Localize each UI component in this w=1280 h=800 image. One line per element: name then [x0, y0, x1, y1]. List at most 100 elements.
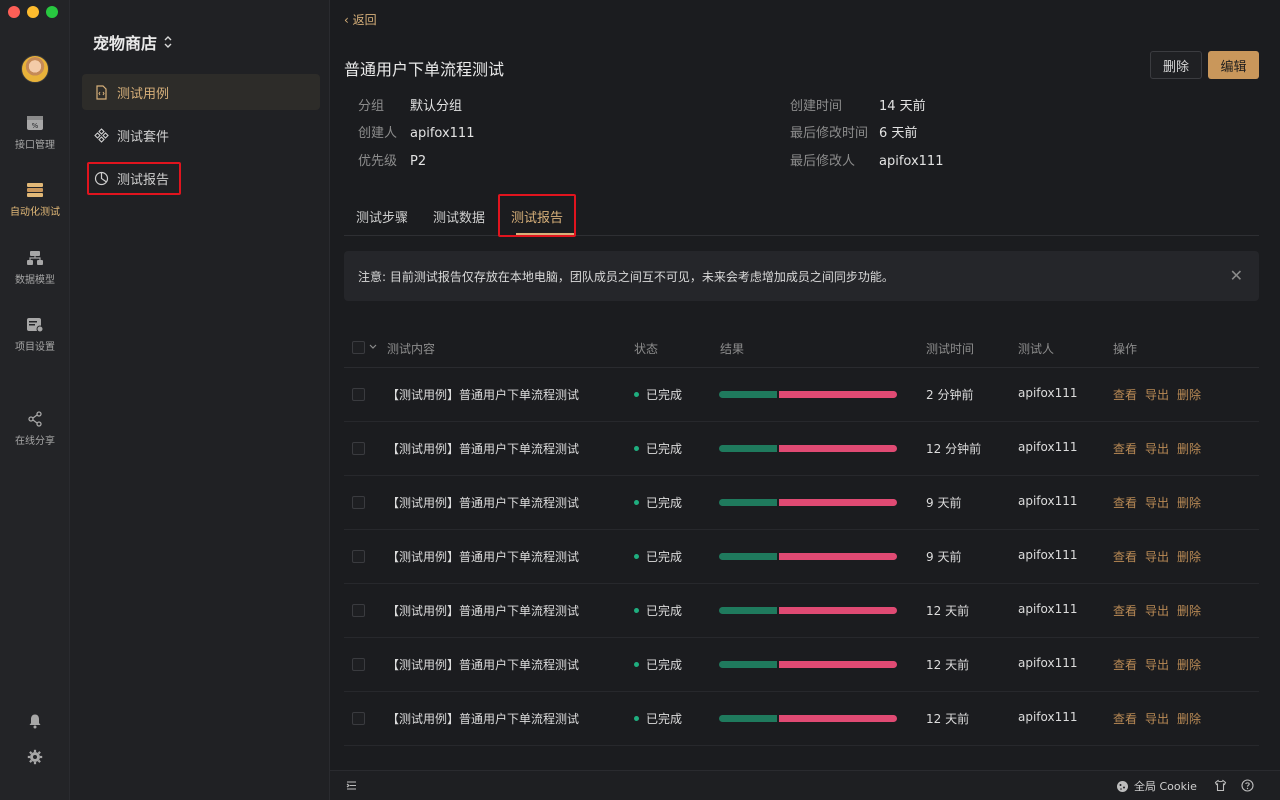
table-row[interactable]: 【测试用例】普通用户下单流程测试 已完成 12 天前 apifox111 查看导… — [344, 584, 1259, 638]
row-tester: apifox111 — [1018, 602, 1078, 616]
shirt-icon[interactable] — [1214, 779, 1227, 792]
help-icon[interactable] — [1241, 779, 1254, 792]
rail-item-data-model[interactable]: 数据模型 — [0, 250, 70, 286]
row-actions: 查看 导出 删除 — [1113, 656, 1209, 673]
status-dot — [634, 716, 639, 721]
meta-value: 6 天前 — [879, 126, 918, 141]
view-link[interactable]: 查看 — [1113, 550, 1137, 564]
view-link[interactable]: 查看 — [1113, 496, 1137, 510]
export-link[interactable]: 导出 — [1145, 442, 1169, 456]
row-content[interactable]: 【测试用例】普通用户下单流程测试 — [387, 710, 579, 727]
delete-link[interactable]: 删除 — [1177, 658, 1201, 672]
tab-test-data[interactable]: 测试数据 — [433, 207, 485, 226]
rail-item-automation[interactable]: 自动化测试 — [0, 182, 70, 218]
close-icon[interactable]: ✕ — [1230, 266, 1243, 285]
avatar[interactable] — [21, 55, 49, 83]
view-link[interactable]: 查看 — [1113, 712, 1137, 726]
delete-link[interactable]: 删除 — [1177, 496, 1201, 510]
result-fail-segment — [779, 661, 897, 668]
export-link[interactable]: 导出 — [1145, 604, 1169, 618]
row-content[interactable]: 【测试用例】普通用户下单流程测试 — [387, 548, 579, 565]
close-window-button[interactable] — [8, 6, 20, 18]
select-all-checkbox[interactable] — [352, 341, 365, 354]
rail-label: 自动化测试 — [10, 207, 60, 218]
sidebar-item-test-cases[interactable]: 测试用例 — [82, 74, 320, 110]
row-checkbox[interactable] — [352, 496, 365, 509]
table-row[interactable]: 【测试用例】普通用户下单流程测试 已完成 12 天前 apifox111 查看导… — [344, 638, 1259, 692]
row-content[interactable]: 【测试用例】普通用户下单流程测试 — [387, 440, 579, 457]
view-link[interactable]: 查看 — [1113, 658, 1137, 672]
row-actions: 查看 导出 删除 — [1113, 548, 1209, 565]
row-status: 已完成 — [634, 710, 682, 727]
sidebar-item-test-reports[interactable]: 测试报告 — [82, 160, 320, 196]
bell-icon[interactable] — [27, 713, 43, 729]
row-checkbox[interactable] — [352, 658, 365, 671]
global-cookie-button[interactable]: 全局 Cookie — [1116, 778, 1197, 794]
table-row[interactable]: 【测试用例】普通用户下单流程测试 已完成 9 天前 apifox111 查看 导出… — [344, 476, 1259, 530]
edit-button[interactable]: 编辑 — [1208, 51, 1259, 79]
cookie-icon — [1117, 780, 1128, 792]
rail-item-api[interactable]: % 接口管理 — [0, 115, 70, 151]
meta-key: 优先级 — [358, 154, 398, 169]
view-link[interactable]: 查看 — [1113, 604, 1137, 618]
maximize-window-button[interactable] — [46, 6, 58, 18]
rail-label: 项目设置 — [15, 342, 55, 353]
project-settings-icon — [27, 318, 44, 333]
delete-button[interactable]: 删除 — [1150, 51, 1202, 79]
delete-link[interactable]: 删除 — [1177, 604, 1201, 618]
minimize-window-button[interactable] — [27, 6, 39, 18]
delete-link[interactable]: 删除 — [1177, 388, 1201, 402]
row-content[interactable]: 【测试用例】普通用户下单流程测试 — [387, 602, 579, 619]
row-status-label: 已完成 — [646, 388, 683, 402]
row-checkbox[interactable] — [352, 550, 365, 563]
tab-underline — [516, 233, 574, 235]
back-link[interactable]: ‹ 返回 — [344, 11, 377, 28]
result-pass-segment — [719, 499, 777, 506]
result-fail-segment — [779, 715, 897, 722]
rail-item-project-settings[interactable]: 项目设置 — [0, 317, 70, 353]
sidebar-item-test-suites[interactable]: 测试套件 — [82, 117, 320, 153]
row-checkbox[interactable] — [352, 604, 365, 617]
table-header: 测试内容 状态 结果 测试时间 测试人 操作 — [344, 328, 1259, 368]
status-bar: 全局 Cookie — [330, 770, 1280, 800]
rail-item-share[interactable]: 在线分享 — [0, 411, 70, 447]
tab-test-report[interactable]: 测试报告 — [511, 207, 563, 226]
row-content[interactable]: 【测试用例】普通用户下单流程测试 — [387, 494, 579, 511]
view-link[interactable]: 查看 — [1113, 442, 1137, 456]
row-checkbox[interactable] — [352, 712, 365, 725]
export-link[interactable]: 导出 — [1145, 388, 1169, 402]
export-link[interactable]: 导出 — [1145, 550, 1169, 564]
table-row[interactable]: 【测试用例】普通用户下单流程测试 已完成 2 分钟前 apifox111 查看导… — [344, 368, 1259, 422]
project-switcher[interactable]: 宠物商店 — [93, 30, 173, 54]
file-code-icon — [96, 84, 107, 100]
chevron-down-icon[interactable] — [369, 344, 377, 350]
tab-test-steps[interactable]: 测试步骤 — [356, 207, 408, 226]
delete-link[interactable]: 删除 — [1177, 550, 1201, 564]
result-bar — [719, 553, 897, 560]
row-content[interactable]: 【测试用例】普通用户下单流程测试 — [387, 656, 579, 673]
header-tester: 测试人 — [1018, 342, 1055, 356]
gear-icon[interactable] — [27, 749, 43, 765]
export-link[interactable]: 导出 — [1145, 496, 1169, 510]
row-checkbox[interactable] — [352, 388, 365, 401]
view-link[interactable]: 查看 — [1113, 388, 1137, 402]
row-actions: 查看 导出 删除 — [1113, 710, 1209, 727]
result-fail-segment — [779, 391, 897, 398]
export-link[interactable]: 导出 — [1145, 712, 1169, 726]
collapse-sidebar-icon[interactable] — [346, 780, 357, 791]
table-row[interactable]: 【测试用例】普通用户下单流程测试 已完成 12 天前 apifox111 查看导… — [344, 692, 1259, 746]
row-status-label: 已完成 — [646, 496, 683, 510]
row-status-label: 已完成 — [646, 712, 683, 726]
export-link[interactable]: 导出 — [1145, 658, 1169, 672]
delete-link[interactable]: 删除 — [1177, 712, 1201, 726]
table-row[interactable]: 【测试用例】普通用户下单流程测试 已完成 12 分钟前 apifox111 查看… — [344, 422, 1259, 476]
meta-modified: 最后修改时间 6 天前 — [790, 122, 917, 141]
row-actions: 查看 导出 删除 — [1113, 386, 1209, 403]
data-model-icon — [27, 251, 43, 265]
row-checkbox[interactable] — [352, 442, 365, 455]
row-content[interactable]: 【测试用例】普通用户下单流程测试 — [387, 386, 579, 403]
back-label: 返回 — [352, 13, 377, 27]
table-row[interactable]: 【测试用例】普通用户下单流程测试 已完成 9 天前 apifox111 查看 导出… — [344, 530, 1259, 584]
row-time: 2 分钟前 — [926, 388, 974, 402]
delete-link[interactable]: 删除 — [1177, 442, 1201, 456]
